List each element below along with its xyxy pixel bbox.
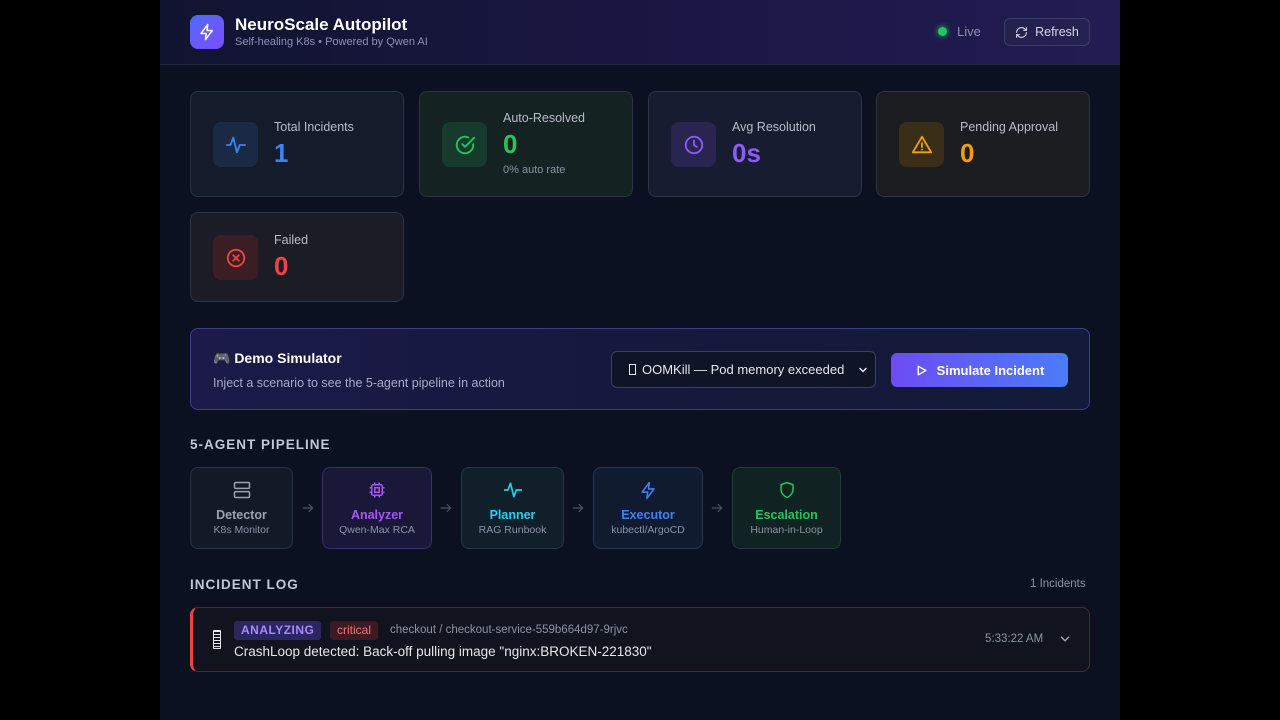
- app-window: NeuroScale Autopilot Self-healing K8s • …: [160, 0, 1120, 720]
- pipeline-stage-analyzer: Analyzer Qwen-Max RCA: [322, 467, 432, 549]
- stat-icon-box: [442, 122, 487, 167]
- simulator-description: Inject a scenario to see the 5-agent pip…: [213, 376, 505, 390]
- placeholder-glyph-icon: [213, 630, 221, 649]
- simulate-button-label: Simulate Incident: [936, 362, 1045, 378]
- stat-value: 0: [960, 138, 975, 168]
- stat-icon-box: [213, 235, 258, 280]
- stage-name: Detector: [216, 508, 267, 522]
- app-title: NeuroScale Autopilot: [235, 15, 408, 34]
- clock-icon: [684, 135, 703, 154]
- zap-icon: [640, 481, 655, 499]
- logo: [190, 15, 224, 49]
- scenario-select-value: OOMKill — Pod memory exceeded: [642, 362, 845, 377]
- stat-value: 0: [274, 251, 289, 281]
- stage-subtitle: Qwen-Max RCA: [339, 524, 415, 536]
- activity-icon: [503, 482, 522, 498]
- app-subtitle: Self-healing K8s • Powered by Qwen AI: [235, 36, 428, 48]
- zap-icon: [200, 23, 213, 41]
- arrow-right-icon: [302, 503, 314, 513]
- activity-icon: [225, 136, 246, 153]
- stat-card-failed: Failed 0: [190, 212, 404, 302]
- arrow-right-icon: [440, 503, 452, 513]
- stat-icon-box: [213, 122, 258, 167]
- stat-icon-box: [671, 122, 716, 167]
- server-icon: [233, 481, 250, 499]
- incident-message: CrashLoop detected: Back-off pulling ima…: [234, 644, 652, 659]
- pipeline-section-title: 5-AGENT PIPELINE: [190, 437, 331, 452]
- incident-row[interactable]: ANALYZING critical checkout / checkout-s…: [190, 607, 1090, 672]
- header: NeuroScale Autopilot Self-healing K8s • …: [160, 0, 1120, 65]
- check-circle-icon: [455, 135, 475, 154]
- refresh-label: Refresh: [1035, 25, 1079, 39]
- stat-label: Failed: [274, 233, 309, 247]
- stat-icon-box: [899, 122, 944, 167]
- pipeline-stage-escalation: Escalation Human-in-Loop: [732, 467, 841, 549]
- shield-icon: [779, 481, 794, 499]
- stage-subtitle: kubectl/ArgoCD: [611, 524, 685, 536]
- stat-card-pending-approval: Pending Approval 0: [876, 91, 1090, 197]
- incident-log-title: INCIDENT LOG: [190, 577, 299, 592]
- play-icon: [917, 364, 927, 376]
- stage-name: Analyzer: [350, 508, 404, 522]
- chevron-down-icon[interactable]: [1058, 632, 1072, 646]
- stage-subtitle: RAG Runbook: [478, 524, 547, 536]
- live-dot-icon: [938, 27, 947, 36]
- pipeline-stage-executor: Executor kubectl/ArgoCD: [593, 467, 703, 549]
- severity-badge: critical: [330, 621, 379, 640]
- stage-name: Escalation: [755, 508, 818, 522]
- stat-label: Avg Resolution: [732, 120, 816, 134]
- warning-icon: [911, 135, 932, 153]
- arrow-right-icon: [572, 503, 584, 513]
- stat-value: 0: [503, 129, 518, 159]
- stat-value: 1: [274, 138, 289, 168]
- cpu-icon: [369, 482, 385, 498]
- stat-card-total-incidents: Total Incidents 1: [190, 91, 404, 197]
- stat-card-avg-resolution: Avg Resolution 0s: [648, 91, 862, 197]
- stat-label: Pending Approval: [960, 120, 1058, 134]
- incident-path: checkout / checkout-service-559b664d97-9…: [390, 624, 628, 636]
- arrow-right-icon: [711, 503, 723, 513]
- stage-name: Executor: [621, 508, 675, 522]
- demo-simulator-panel: 🎮 Demo Simulator Inject a scenario to se…: [190, 328, 1090, 410]
- stage-subtitle: Human-in-Loop: [750, 524, 823, 536]
- pipeline-stage-detector: Detector K8s Monitor: [190, 467, 293, 549]
- incident-timestamp: 5:33:22 AM: [985, 633, 1044, 645]
- stat-card-auto-resolved: Auto-Resolved 0 0% auto rate: [419, 91, 633, 197]
- incident-count: 1 Incidents: [1030, 578, 1086, 590]
- stat-value: 0s: [732, 138, 761, 168]
- refresh-icon: [1016, 26, 1028, 38]
- scenario-select[interactable]: OOMKill — Pod memory exceeded: [611, 351, 876, 388]
- simulator-title: 🎮 Demo Simulator: [213, 350, 342, 366]
- live-label: Live: [957, 24, 981, 39]
- placeholder-glyph-icon: [629, 364, 636, 375]
- stat-label: Total Incidents: [274, 120, 354, 134]
- chevron-down-icon: [859, 367, 867, 373]
- simulate-incident-button[interactable]: Simulate Incident: [891, 353, 1068, 387]
- live-indicator: Live: [938, 24, 981, 39]
- pipeline-stage-planner: Planner RAG Runbook: [461, 467, 564, 549]
- stat-label: Auto-Resolved: [503, 111, 585, 125]
- stat-subtext: 0% auto rate: [503, 164, 566, 176]
- refresh-button[interactable]: Refresh: [1004, 18, 1090, 46]
- status-badge: ANALYZING: [234, 621, 322, 640]
- x-circle-icon: [226, 248, 245, 267]
- stage-subtitle: K8s Monitor: [213, 524, 270, 536]
- stage-name: Planner: [489, 508, 536, 522]
